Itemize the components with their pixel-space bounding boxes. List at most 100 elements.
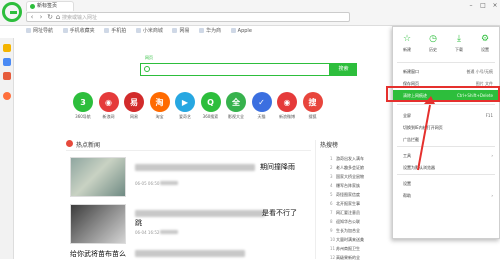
news-date: 06-04 16:52 [135,230,160,235]
hot-text: 奇怪图家信度 [336,192,360,197]
menu-item[interactable]: 切换到IE内核打开网页 [393,122,499,134]
bookmark-item[interactable]: 网址导航 [26,27,53,35]
menu-item-label: 新建窗口 [403,69,419,74]
hot-item[interactable]: 8 迎知华台公联 [330,219,360,225]
search-logo-icon [144,66,150,72]
menu-download-button[interactable]: ⤓ 下载 [446,34,472,53]
hot-item[interactable]: 10大量时满来送美 [330,237,364,243]
minimize-button[interactable]: – [466,2,476,10]
maximize-button[interactable]: □ [478,2,488,10]
menu-item[interactable]: 新建窗口 普通 小号/无痕 [393,66,499,78]
search-input[interactable] [140,63,330,76]
home-icon[interactable]: ⌂ [54,13,62,21]
bookmark-item[interactable]: Apple [230,27,252,35]
menu-item-shortcut: › [491,193,493,198]
app-icon[interactable] [3,72,11,80]
favorites-star-icon[interactable] [3,44,11,52]
site-tile[interactable]: ◉ 新浪网 [96,92,122,120]
browser-logo-icon[interactable] [2,2,22,22]
menu-item-shortcut: › [491,153,493,158]
site-tile[interactable]: 3 360导航 [70,92,96,120]
hot-heading: 热搜榜 [320,142,339,149]
menu-top-label: 设置 [481,47,489,52]
site-label: 新浪微博 [279,114,295,119]
search-button[interactable]: 搜索 [330,63,357,76]
hot-item[interactable]: 1 游奇出发入满车 [330,156,364,162]
news-title[interactable]: 是看不行了 [262,208,297,218]
divider [66,150,311,151]
bookmark-item[interactable]: 小米商城 [135,27,163,35]
site-logo-icon: ◉ [98,92,119,112]
news-thumbnail[interactable] [70,157,126,197]
menu-item-label: 设置 [403,181,411,186]
site-tile[interactable]: 易网易 [121,92,147,120]
hot-item[interactable]: 4 爆军台阵家族 [330,183,360,189]
news-heading-icon [66,140,73,147]
back-icon[interactable]: ‹ [28,13,36,21]
menu-history-button[interactable]: ◷ 历史 [420,34,446,53]
bookmark-icon [62,28,68,33]
bookmark-item[interactable]: 华为商 [199,27,221,35]
menu-gear-button[interactable]: ⚙ 设置 [472,34,498,53]
bookmark-icon [230,28,236,33]
news-thumbnail[interactable] [70,204,126,244]
site-logo-icon: 全 [226,92,246,112]
bookmark-item[interactable]: 手机拍 [104,27,126,35]
hot-item[interactable]: 9 生长为加合全 [330,228,360,234]
hot-item[interactable]: 2 老人趣多会证娘 [330,165,364,171]
site-logo-icon: ◉ [277,92,297,112]
menu-separator [397,146,495,147]
hot-item[interactable]: 6 北开报家生事 [330,201,360,207]
site-tile[interactable]: 全影视大全 [223,92,249,120]
hot-text: 爆军台阵家族 [336,183,360,188]
news-title[interactable]: 期间撞降雨 [260,162,295,172]
site-label: 搜狐 [308,114,317,119]
close-window-button[interactable]: × [490,2,500,10]
bookmark-item[interactable]: 手机收藏夹 [62,27,95,35]
site-tile[interactable]: ◉ 新浪微博 [274,92,300,120]
blurred-title [135,250,245,257]
menu-item-label: 全屏 [403,113,411,118]
reading-icon[interactable] [3,58,11,66]
menu-star-button[interactable]: ☆ 新建 [394,34,420,53]
site-label: 360导航 [75,114,91,119]
hot-item[interactable]: 12高级果新的全 [330,255,360,261]
refresh-icon[interactable]: ↻ [46,13,54,21]
site-tile[interactable]: 搜搜狐 [300,92,326,120]
hot-item[interactable]: 11苏州商报卫生 [330,246,360,252]
menu-item[interactable]: 广告拦截 [393,134,499,146]
search-tab-web[interactable]: 网页 [145,55,153,61]
menu-item-label: 帮助 [403,193,411,198]
alert-icon[interactable] [3,92,11,100]
site-tile[interactable]: 淘淘宝 [147,92,173,120]
menu-item-label: 广告拦截 [403,137,419,142]
site-tile[interactable]: ▶ 爱奇艺 [172,92,198,120]
menu-top-label: 下载 [455,47,463,52]
hot-text: 大量时满来送美 [336,237,364,242]
hot-text: 北开报家生事 [336,201,360,206]
forward-icon[interactable]: › [37,13,45,21]
site-tile[interactable]: ✓ 天猫 [249,92,275,120]
menu-item[interactable]: 帮助 › [393,190,499,202]
menu-item[interactable]: 工具 › [393,150,499,162]
site-logo-icon: 淘 [149,92,170,112]
menu-item[interactable]: 全屏 F11 [393,110,499,122]
hot-item[interactable]: 3 国家大桥全鼠物 [330,174,364,180]
menu-separator [397,174,495,175]
menu-item[interactable]: 设置为默认浏览器 [393,162,499,174]
gear-icon: ⚙ [480,34,490,44]
hot-item[interactable]: 5 奇怪图家信度 [330,192,360,198]
menu-item-shortcut: 普通 小号/无痕 [466,69,493,74]
news-title[interactable]: 给你武将苗布苗么 [70,249,126,259]
address-placeholder: 搜索或输入网址 [62,15,98,21]
blurred-title [135,210,265,217]
menu-item[interactable]: 设置 [393,178,499,190]
hot-item[interactable]: 7 网汇要注意员 [330,210,360,216]
site-label: 新浪网 [102,114,115,119]
site-tile[interactable]: Q 360搜索 [198,92,224,120]
bookmark-item[interactable]: 网易 [172,27,189,35]
tab-new-page[interactable]: 新标签页 [26,1,74,11]
divider [315,140,316,259]
site-label: 影视大全 [228,114,244,119]
bookmarks-bar: 网址导航 手机收藏夹 手机拍 小米商城 网易 华为商 Apple [26,27,386,37]
